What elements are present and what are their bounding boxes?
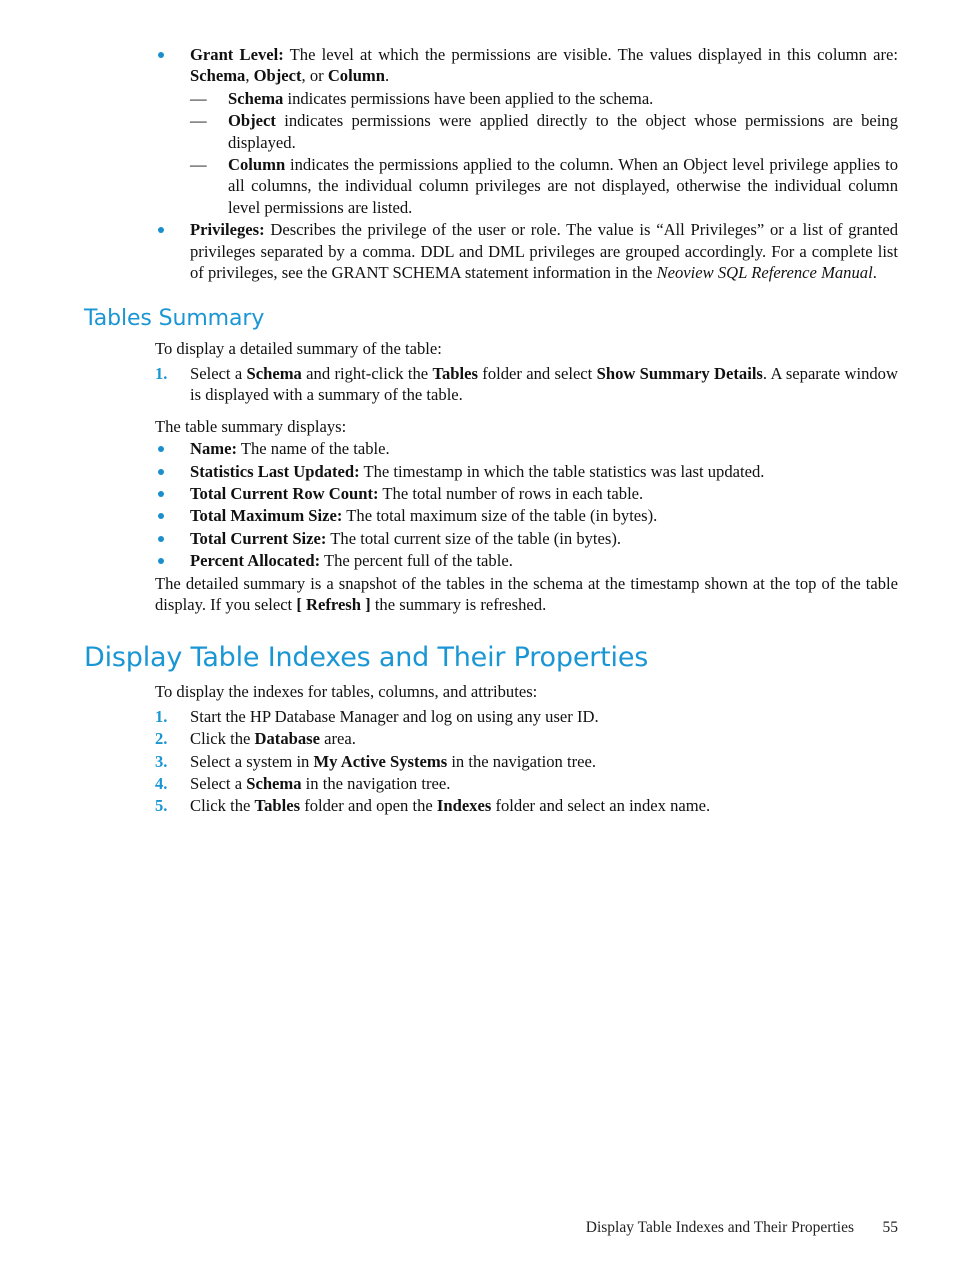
term-label: Column [228,155,286,175]
tables-summary-steps: 1. Select a Schema and right-click the T… [84,363,898,406]
bullet-icon [158,513,164,520]
list-item-text: Click the Tables folder and open the Ind… [190,796,711,816]
manual-title: Neoview SQL Reference Manual [656,263,873,283]
term-label: Object [228,111,276,131]
list-item: Percent Allocated: The percent full of t… [84,550,898,571]
term-label: Name: [190,439,237,459]
table-summary-displays-intro: The table summary displays: [155,416,347,436]
list-item-text: Object indicates permissions were applie… [228,111,898,152]
list-item: Statistics Last Updated: The timestamp i… [84,461,898,482]
list-item-text: Schema indicates permissions have been a… [228,88,654,108]
list-item-text: Click the Database area. [190,729,356,749]
list-item: 4. Select a Schema in the navigation tre… [84,773,898,794]
term-label: Total Maximum Size: [190,506,343,526]
list-item: 2. Click the Database area. [84,728,898,749]
display-indexes-steps: 1. Start the HP Database Manager and log… [84,706,898,817]
list-item-text: Select a Schema and right-click the Tabl… [190,363,898,405]
bullet-icon [158,227,164,234]
page-content: Grant Level: The level at which the perm… [84,44,898,818]
list-item: 1. Start the HP Database Manager and log… [84,706,898,727]
step-number: 3. [155,751,168,771]
list-item: Privileges: Describes the privilege of t… [84,219,898,283]
step-number: 5. [155,796,168,816]
em-dash-marker: — [190,88,207,108]
bullet-icon [158,558,164,565]
term-label: Total Current Row Count: [190,483,379,503]
document-page: Grant Level: The level at which the perm… [0,0,954,1271]
step-number: 2. [155,729,168,749]
list-item: Total Current Size: The total current si… [84,528,898,549]
bullet-icon [158,52,164,58]
page-footer: Display Table Indexes and Their Properti… [84,1218,898,1238]
term-label: Privileges: [190,220,265,240]
display-indexes-intro: To display the indexes for tables, colum… [155,682,538,702]
term-label: Grant Level: [190,45,284,64]
list-item: Total Current Row Count: The total numbe… [84,483,898,504]
list-item: — Object indicates permissions were appl… [84,110,898,153]
list-item-text: Name: The name of the table. [190,439,390,459]
list-item-text: Privileges: Describes the privilege of t… [190,220,898,283]
term-label: Statistics Last Updated: [190,461,360,481]
tables-summary-intro: To display a detailed summary of the tab… [155,339,442,359]
bullet-icon [158,468,164,475]
em-dash-marker: — [190,111,207,131]
table-summary-fields-list: Name: The name of the table. Statistics … [84,438,898,571]
permissions-list: Grant Level: The level at which the perm… [84,44,898,283]
list-item-text: Total Current Size: The total current si… [190,528,622,548]
list-item: 1. Select a Schema and right-click the T… [84,363,898,406]
bullet-icon [158,490,164,497]
list-item: Total Maximum Size: The total maximum si… [84,505,898,526]
list-item: Grant Level: The level at which the perm… [84,44,898,87]
list-item-text: Percent Allocated: The percent full of t… [190,551,513,571]
term-label: Schema [228,88,284,108]
list-item: 3. Select a system in My Active Systems … [84,751,898,772]
page-number: 55 [882,1219,899,1236]
tables-summary-outro: The detailed summary is a snapshot of th… [155,573,898,614]
step-number: 1. [155,363,168,383]
list-item-text: Statistics Last Updated: The timestamp i… [190,461,765,481]
list-item-text: Total Current Row Count: The total numbe… [190,483,644,503]
list-item: Name: The name of the table. [84,438,898,459]
heading-tables-summary: Tables Summary [84,306,265,332]
term-label: Percent Allocated: [190,551,321,571]
list-item-text: Grant Level: The level at which the perm… [190,45,898,86]
bullet-icon [158,535,164,542]
list-item-text: Start the HP Database Manager and log on… [190,706,599,726]
step-number: 1. [155,706,168,726]
step-number: 4. [155,773,168,793]
term-label: Total Current Size: [190,528,327,548]
list-item: — Schema indicates permissions have been… [84,88,898,109]
list-item-text: Column indicates the permissions applied… [228,155,898,217]
em-dash-marker: — [190,155,207,175]
list-item: 5. Click the Tables folder and open the … [84,795,898,816]
refresh-label: [ Refresh ] [296,594,371,614]
list-item-text: Select a Schema in the navigation tree. [190,773,451,793]
list-item-text: Select a system in My Active Systems in … [190,751,597,771]
list-item-text: Total Maximum Size: The total maximum si… [190,506,658,526]
heading-display-table-indexes: Display Table Indexes and Their Properti… [84,642,649,674]
list-item: — Column indicates the permissions appli… [84,154,898,218]
footer-title: Display Table Indexes and Their Properti… [585,1219,854,1236]
bullet-icon [158,446,164,453]
